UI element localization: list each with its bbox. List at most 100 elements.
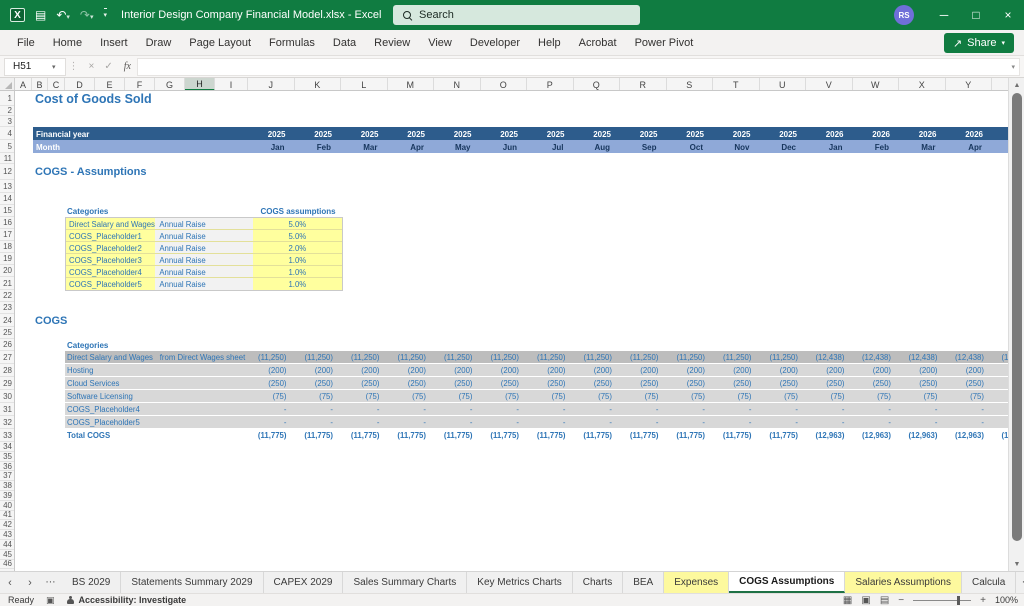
cogs-total-value-cell[interactable]: (11,775) bbox=[388, 431, 435, 440]
row-header-18[interactable]: 18 bbox=[0, 241, 14, 253]
row-header-2[interactable]: 2 bbox=[0, 106, 14, 116]
cogs-value-cell[interactable]: - bbox=[946, 418, 993, 427]
cogs-value-cell[interactable]: - bbox=[899, 418, 946, 427]
cogs-category-cell[interactable]: Cloud Services bbox=[67, 379, 167, 388]
column-header-N[interactable]: N bbox=[434, 78, 481, 91]
row-header-5[interactable]: 5 bbox=[0, 140, 14, 153]
assumption-category-cell[interactable]: Direct Salary and Wages bbox=[66, 218, 155, 229]
row-header-22[interactable]: 22 bbox=[0, 290, 14, 302]
cogs-value-cell[interactable]: (200) bbox=[760, 366, 807, 375]
zoom-slider-thumb[interactable] bbox=[957, 596, 960, 605]
cogs-value-cell[interactable]: (75) bbox=[248, 392, 295, 401]
sheet-tab-capex-2029[interactable]: CAPEX 2029 bbox=[264, 572, 344, 593]
row-header-37[interactable]: 37 bbox=[0, 471, 14, 481]
cogs-categories-header[interactable]: Categories bbox=[67, 341, 108, 350]
cogs-value-cell[interactable]: (75) bbox=[434, 392, 481, 401]
month-cell[interactable]: May bbox=[434, 143, 481, 152]
search-box[interactable]: Search bbox=[393, 5, 640, 25]
assumption-category-cell[interactable]: COGS_Placeholder2 bbox=[66, 242, 155, 253]
cogs-value-cell[interactable]: (200) bbox=[481, 366, 528, 375]
normal-view-icon[interactable]: ▦ bbox=[843, 595, 852, 606]
cogs-total-value-cell[interactable]: (11,775) bbox=[248, 431, 295, 440]
share-button[interactable]: ↗ Share ▾ bbox=[944, 33, 1014, 53]
assumption-type-cell[interactable]: Annual Raise bbox=[155, 218, 252, 229]
year-cell[interactable]: 2025 bbox=[481, 130, 528, 139]
cogs-total-value-cell[interactable]: (11,775) bbox=[295, 431, 342, 440]
row-header-19[interactable]: 19 bbox=[0, 253, 14, 265]
assumption-value-cell[interactable]: 5.0% bbox=[253, 218, 342, 229]
cogs-total-value-cell[interactable]: (11,775) bbox=[574, 431, 621, 440]
cogs-value-cell[interactable]: - bbox=[760, 418, 807, 427]
month-cell[interactable]: Nov bbox=[713, 143, 760, 152]
column-header-M[interactable]: M bbox=[388, 78, 435, 91]
column-header-L[interactable]: L bbox=[341, 78, 388, 91]
cogs-value-cell[interactable]: (75) bbox=[574, 392, 621, 401]
save-icon[interactable]: ▤ bbox=[35, 9, 46, 21]
month-cell[interactable]: Sep bbox=[620, 143, 667, 152]
cogs-value-cell[interactable]: - bbox=[527, 418, 574, 427]
cogs-value-cell[interactable]: (11,250) bbox=[713, 353, 760, 362]
row-header-1[interactable]: 1 bbox=[0, 91, 14, 106]
column-header-D[interactable]: D bbox=[65, 78, 95, 91]
cogs-value-cell[interactable]: (250) bbox=[713, 379, 760, 388]
cogs-value-cell[interactable]: (11,250) bbox=[620, 353, 667, 362]
year-cell[interactable]: 2026 bbox=[806, 130, 853, 139]
assumption-type-cell[interactable]: Annual Raise bbox=[155, 254, 252, 265]
year-cell[interactable]: 2025 bbox=[434, 130, 481, 139]
assumption-value-cell[interactable]: 2.0% bbox=[253, 242, 342, 253]
assumption-category-cell[interactable]: COGS_Placeholder3 bbox=[66, 254, 155, 265]
cogs-value-cell[interactable]: (75) bbox=[620, 392, 667, 401]
row-header-46[interactable]: 46 bbox=[0, 560, 14, 570]
cogs-value-cell[interactable]: (250) bbox=[434, 379, 481, 388]
cogs-value-cell[interactable]: - bbox=[481, 418, 528, 427]
row-header-24[interactable]: 24 bbox=[0, 314, 14, 327]
sheet-tab-bs-2029[interactable]: BS 2029 bbox=[62, 572, 121, 593]
sheet-tab-key-metrics-charts[interactable]: Key Metrics Charts bbox=[467, 572, 572, 593]
cogs-value-cell[interactable]: - bbox=[434, 405, 481, 414]
ribbon-tab-home[interactable]: Home bbox=[44, 30, 91, 56]
sheet-title-cell[interactable]: Cost of Goods Sold bbox=[35, 92, 152, 106]
row-header-36[interactable]: 36 bbox=[0, 462, 14, 472]
cogs-value-cell[interactable]: (250) bbox=[341, 379, 388, 388]
cogs-value-cell[interactable]: (11,250) bbox=[481, 353, 528, 362]
assumption-type-cell[interactable]: Annual Raise bbox=[155, 242, 252, 253]
column-header-P[interactable]: P bbox=[527, 78, 574, 91]
row-header-45[interactable]: 45 bbox=[0, 550, 14, 560]
year-cell[interactable]: 2026 bbox=[899, 130, 946, 139]
cogs-value-cell[interactable]: (11,250) bbox=[248, 353, 295, 362]
month-cell[interactable]: Mar bbox=[341, 143, 388, 152]
sheet-tab-salaries-assumptions[interactable]: Salaries Assumptions bbox=[845, 572, 962, 593]
cogs-value-cell[interactable]: (11,250) bbox=[341, 353, 388, 362]
month-cell[interactable]: Feb bbox=[853, 143, 900, 152]
ribbon-tab-view[interactable]: View bbox=[419, 30, 461, 56]
month-cell[interactable]: Aug bbox=[574, 143, 621, 152]
row-header-27[interactable]: 27 bbox=[0, 351, 14, 364]
cogs-value-cell[interactable]: (200) bbox=[341, 366, 388, 375]
avatar[interactable]: RS bbox=[894, 5, 914, 25]
cogs-total-value-cell[interactable]: (12,963) bbox=[899, 431, 946, 440]
cogs-value-cell[interactable]: - bbox=[434, 418, 481, 427]
row-header-39[interactable]: 39 bbox=[0, 491, 14, 501]
cogs-value-cell[interactable]: (12,438) bbox=[806, 353, 853, 362]
cogs-value-cell[interactable]: - bbox=[667, 418, 714, 427]
row-header-12[interactable]: 12 bbox=[0, 164, 14, 180]
column-header-S[interactable]: S bbox=[667, 78, 714, 91]
cogs-value-cell[interactable]: (11,250) bbox=[295, 353, 342, 362]
cogs-value-cell[interactable]: (200) bbox=[388, 366, 435, 375]
row-header-30[interactable]: 30 bbox=[0, 390, 14, 403]
customize-toolbar-icon[interactable]: ▾ bbox=[104, 11, 108, 19]
cogs-total-value-cell[interactable]: (11,775) bbox=[620, 431, 667, 440]
cogs-value-cell[interactable]: (250) bbox=[806, 379, 853, 388]
formula-bar-expand-icon[interactable]: ▾ bbox=[1011, 63, 1015, 71]
cogs-value-cell[interactable]: (200) bbox=[806, 366, 853, 375]
cogs-value-cell[interactable]: (250) bbox=[527, 379, 574, 388]
cogs-heading[interactable]: COGS bbox=[35, 315, 67, 327]
formula-input[interactable]: ▾ bbox=[137, 58, 1020, 76]
ribbon-tab-file[interactable]: File bbox=[8, 30, 44, 56]
row-header-44[interactable]: 44 bbox=[0, 540, 14, 550]
cogs-total-value-cell[interactable]: (12,963) bbox=[946, 431, 993, 440]
cogs-value-cell[interactable]: (75) bbox=[899, 392, 946, 401]
cogs-value-cell[interactable]: - bbox=[388, 405, 435, 414]
assumption-value-cell[interactable]: 1.0% bbox=[253, 278, 342, 290]
ribbon-tab-review[interactable]: Review bbox=[365, 30, 419, 56]
